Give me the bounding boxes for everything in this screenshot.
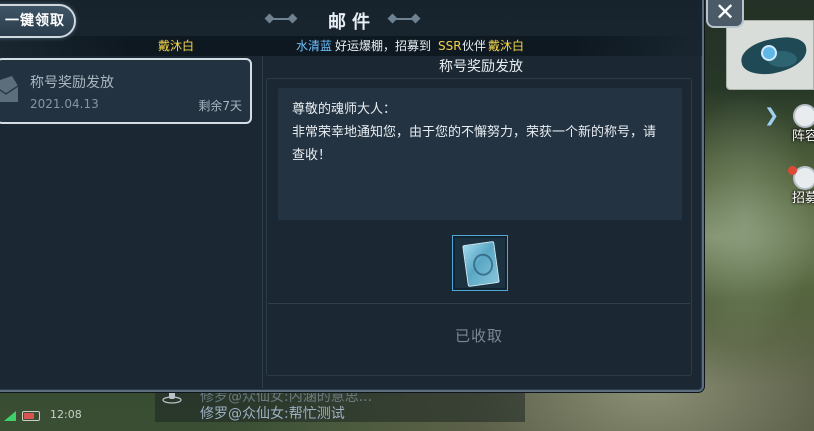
battery-icon: [22, 411, 40, 421]
lineup-button[interactable]: 阵容: [790, 104, 814, 145]
device-status-bar: 12:08: [0, 404, 150, 428]
chevron-right-icon[interactable]: ❯: [764, 106, 779, 126]
minimap[interactable]: [726, 20, 814, 90]
chat-line: 修罗@众仙女:帮忙测试: [200, 406, 345, 422]
close-button[interactable]: ✕: [706, 0, 744, 28]
lineup-label: 阵容: [791, 129, 814, 144]
mail-content: 尊敬的魂师大人： 非常荣幸地通知您，由于您的不懈努力，荣获一个新的称号，请查收！: [278, 88, 682, 220]
panel-divider: [262, 56, 263, 388]
announce-partner: 戴沐白: [488, 39, 525, 53]
speaker-icon[interactable]: [161, 390, 183, 404]
recruit-button[interactable]: 招募: [788, 166, 814, 207]
attachment-slot[interactable]: [452, 235, 508, 291]
mail-remaining-time: 剩余7天: [198, 99, 242, 113]
announcement-banner: 戴沐白 水清蓝 好运爆棚，招募到 SSR 伙伴 戴沐白: [0, 36, 704, 56]
claim-all-button[interactable]: 一键领取: [0, 4, 76, 38]
chat-panel[interactable]: 修罗@众仙女:内涵的意思... 修罗@众仙女:帮忙测试: [155, 388, 525, 422]
announce-text: 伙伴: [462, 39, 487, 53]
player-marker-icon: [761, 45, 777, 61]
detail-separator: [268, 303, 690, 304]
envelope-icon: [0, 74, 19, 104]
announce-text: 好运爆棚，招募到: [335, 39, 432, 53]
mail-list-item[interactable]: 称号奖励发放 2021.04.13 剩余7天: [0, 58, 252, 124]
lineup-icon: [793, 104, 814, 128]
claimed-status-button: 已收取: [454, 327, 503, 345]
clock-time: 12:08: [50, 408, 82, 421]
recruit-label: 招募: [791, 191, 814, 206]
title-card-icon: [462, 240, 500, 288]
announce-name: 戴沐白: [158, 39, 195, 53]
mail-subject: 称号奖励发放: [30, 75, 114, 91]
signal-icon: [4, 411, 16, 421]
announce-player: 水清蓝: [296, 39, 333, 53]
mail-body: 非常荣幸地通知您，由于您的不懈努力，荣获一个新的称号，请查收！: [292, 125, 657, 163]
mail-detail-title: 称号奖励发放: [439, 59, 523, 75]
announce-rarity: SSR: [438, 39, 462, 53]
mail-greeting: 尊敬的魂师大人：: [292, 102, 397, 117]
window-title: 邮件: [328, 12, 376, 33]
mail-date: 2021.04.13: [30, 97, 99, 111]
title-ornament-right: [393, 18, 415, 20]
notification-dot-icon: [788, 166, 797, 175]
